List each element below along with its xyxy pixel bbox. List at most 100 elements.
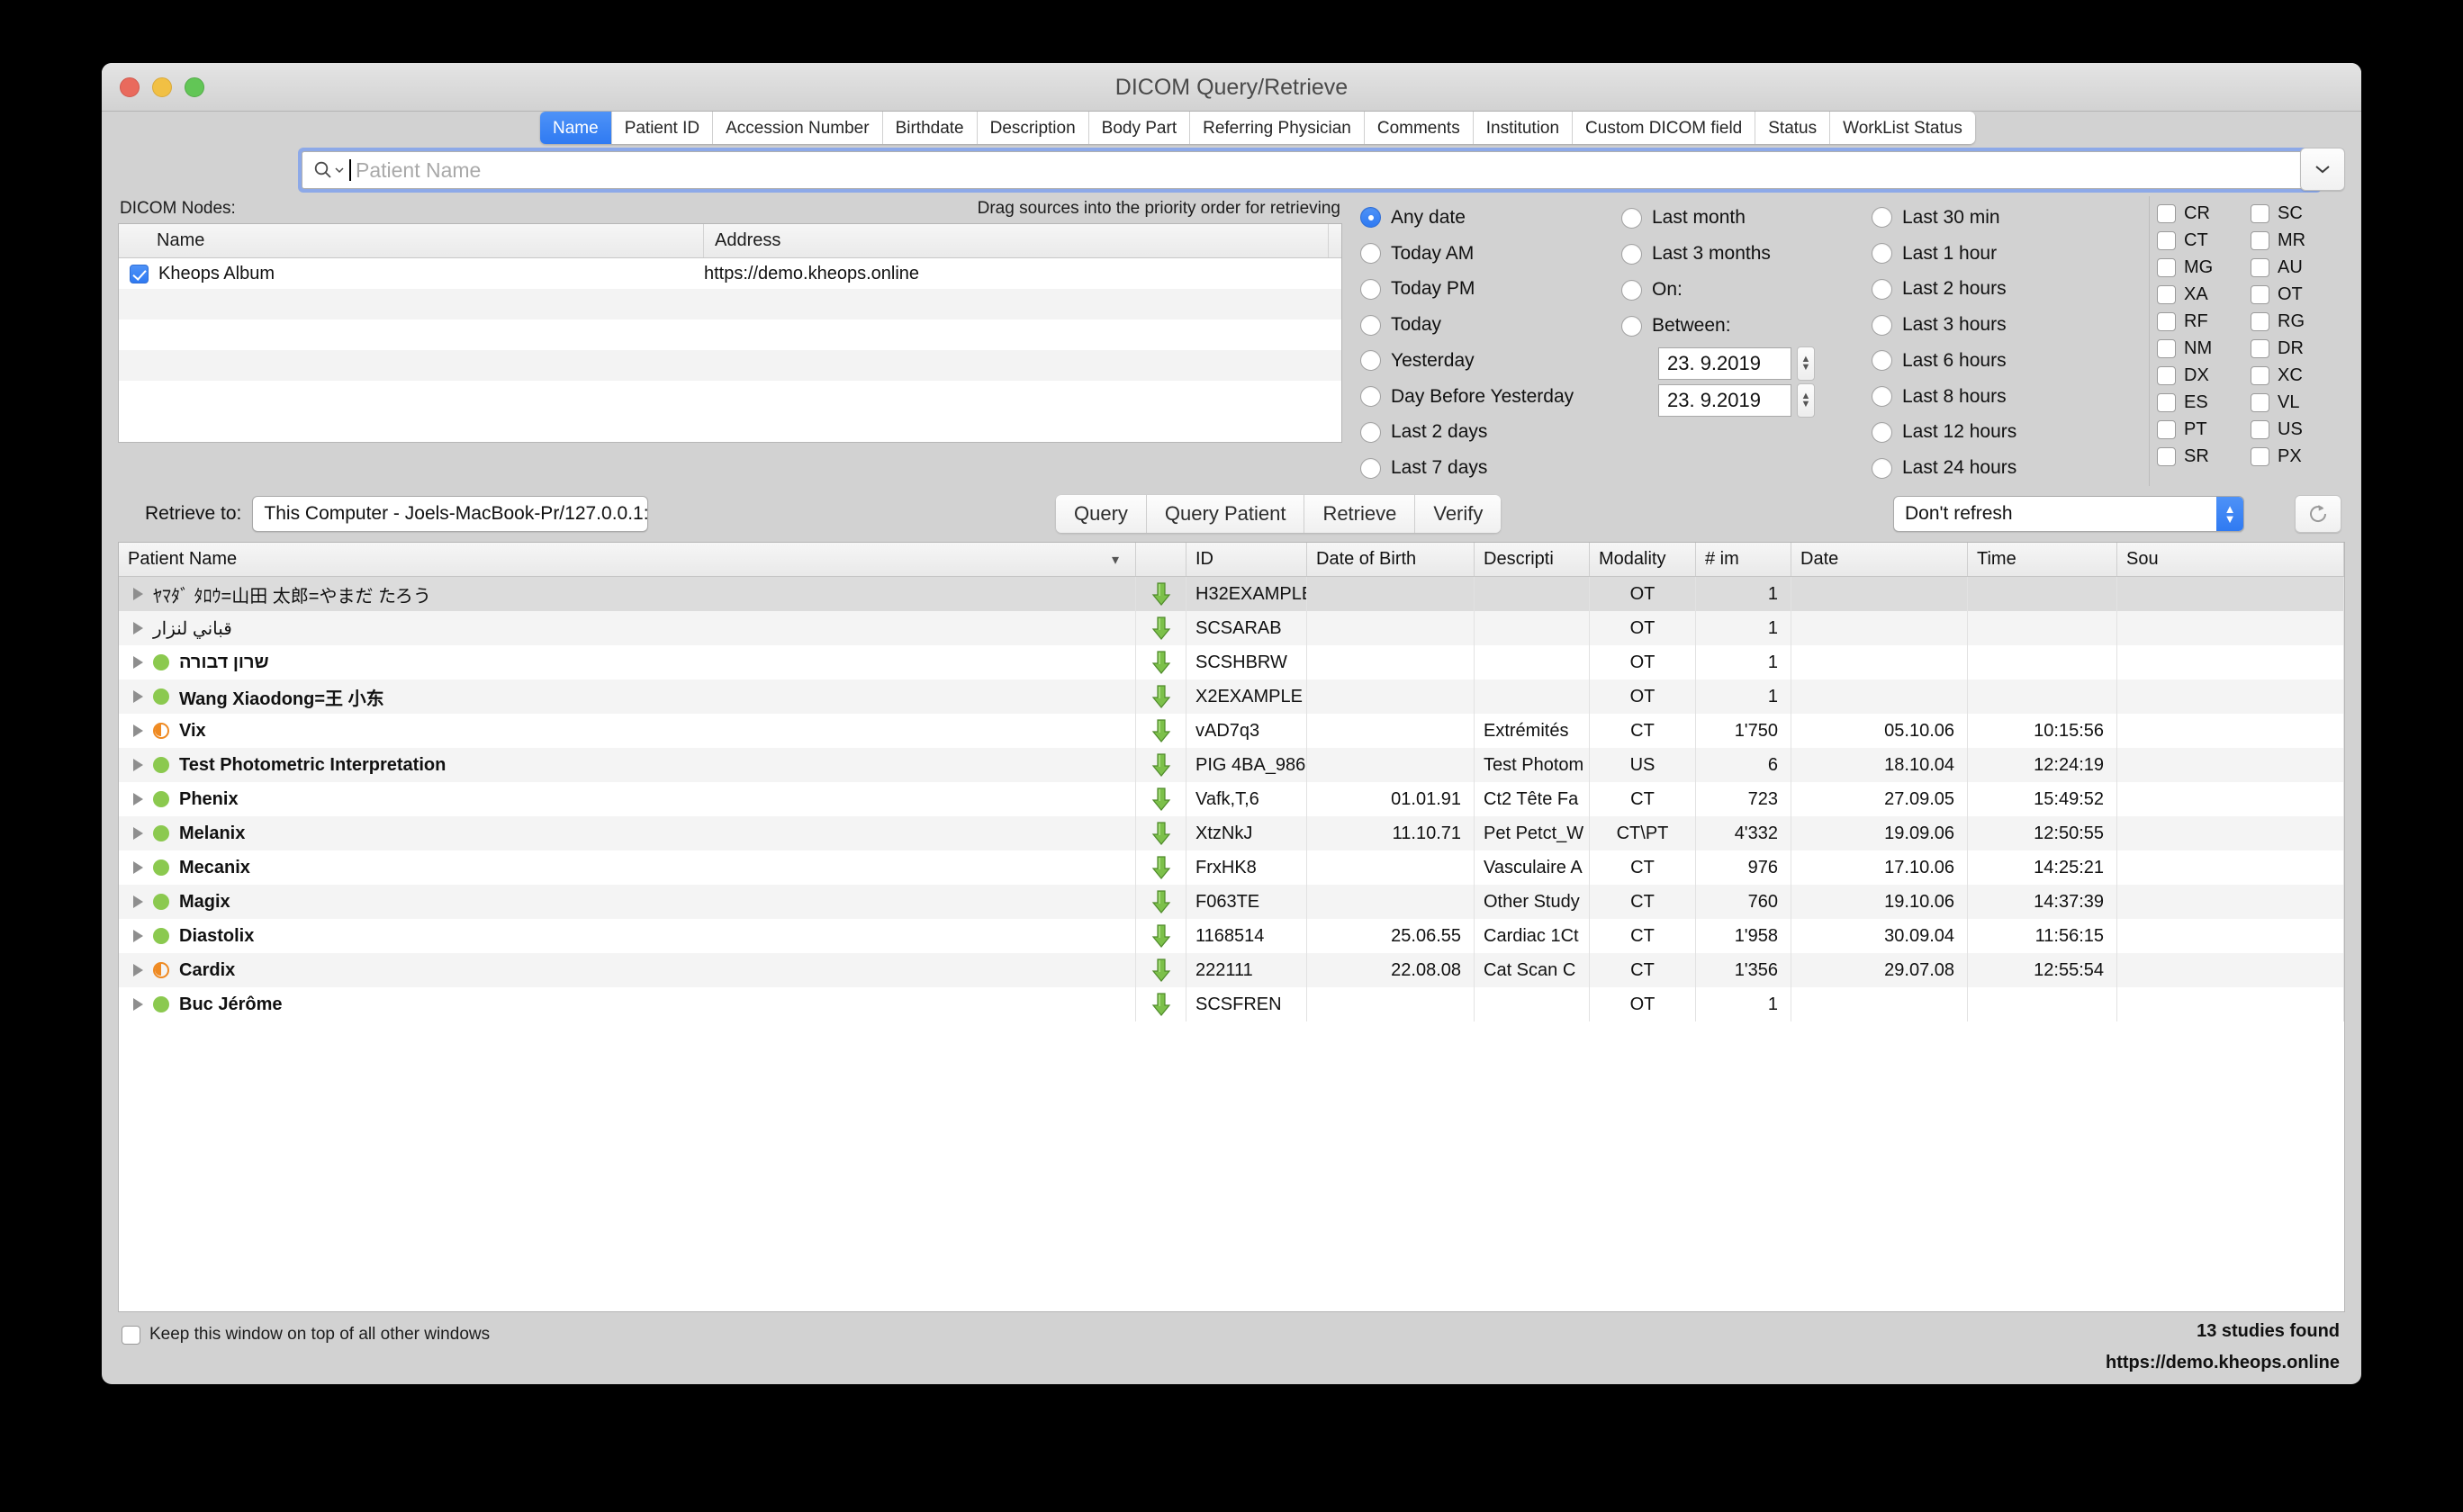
date-filter-last-12-hours[interactable]: Last 12 hours <box>1872 415 2133 451</box>
column-header-patient-name[interactable]: Patient Name ▾ <box>119 543 1136 576</box>
cell-download[interactable] <box>1136 577 1186 611</box>
column-header-description[interactable]: Descripti <box>1475 543 1590 576</box>
disclosure-triangle-icon[interactable] <box>133 793 143 806</box>
cell-download[interactable] <box>1136 816 1186 850</box>
tab-body-part[interactable]: Body Part <box>1088 112 1191 144</box>
date-filter-last-2-days[interactable]: Last 2 days <box>1360 415 1621 451</box>
retrieve-button[interactable]: Retrieve <box>1304 495 1416 533</box>
date-filter-last-month[interactable]: Last month <box>1621 200 1872 236</box>
table-row[interactable]: Diastolix 1168514 25.06.55 Cardiac 1Ct CT 1'9… <box>119 919 2344 953</box>
disclosure-triangle-icon[interactable] <box>133 896 143 908</box>
disclosure-triangle-icon[interactable] <box>133 588 143 600</box>
modality-checkbox-nm[interactable]: NM <box>2157 335 2251 362</box>
disclosure-triangle-icon[interactable] <box>133 622 143 634</box>
date-filter-last-24-hours[interactable]: Last 24 hours <box>1872 450 2133 486</box>
search-input[interactable]: Patient Name <box>302 151 2318 189</box>
disclosure-triangle-icon[interactable] <box>133 930 143 942</box>
disclosure-triangle-icon[interactable] <box>133 861 143 874</box>
modality-checkbox-vl[interactable]: VL <box>2251 389 2344 416</box>
disclosure-triangle-icon[interactable] <box>133 724 143 737</box>
cell-download[interactable] <box>1136 919 1186 953</box>
refresh-interval-select[interactable]: Don't refresh ▲ ▼ <box>1893 496 2244 532</box>
table-row[interactable]: ﾔﾏﾀﾞ ﾀﾛｳ=山田 太郎=やまだ たろう H32EXAMPLE OT 1 <box>119 577 2344 611</box>
verify-button[interactable]: Verify <box>1415 495 1502 533</box>
modality-checkbox-xc[interactable]: XC <box>2251 362 2344 389</box>
column-header-modality[interactable]: Modality <box>1590 543 1696 576</box>
between-to-stepper[interactable]: ▲ ▼ <box>1797 383 1815 418</box>
modality-checkbox-cr[interactable]: CR <box>2157 200 2251 227</box>
date-filter-last-2-hours[interactable]: Last 2 hours <box>1872 272 2133 308</box>
column-header-id[interactable]: ID <box>1186 543 1307 576</box>
date-filter-any-date[interactable]: Any date <box>1360 200 1621 236</box>
node-address-column-header[interactable]: Address <box>704 224 1329 257</box>
cell-download[interactable] <box>1136 987 1186 1022</box>
node-enabled-checkbox[interactable] <box>119 264 158 284</box>
query-button[interactable]: Query <box>1056 495 1147 533</box>
column-header-download[interactable] <box>1136 543 1186 576</box>
tab-worklist-status[interactable]: WorkList Status <box>1830 112 1975 144</box>
modality-checkbox-mg[interactable]: MG <box>2157 254 2251 281</box>
cell-download[interactable] <box>1136 714 1186 748</box>
date-filter-between[interactable]: Between: <box>1621 308 1872 344</box>
modality-checkbox-au[interactable]: AU <box>2251 254 2344 281</box>
modality-checkbox-ot[interactable]: OT <box>2251 281 2344 308</box>
table-row[interactable]: Test Photometric Interpretation PIG 4BA_9… <box>119 748 2344 782</box>
dicom-node-row[interactable] <box>119 289 1341 320</box>
date-filter-today-pm[interactable]: Today PM <box>1360 272 1621 308</box>
table-row[interactable]: שרון דבורה SCSHBRW OT 1 <box>119 645 2344 680</box>
tab-custom-dicom-field[interactable]: Custom DICOM field <box>1573 112 1756 144</box>
disclosure-triangle-icon[interactable] <box>133 656 143 669</box>
modality-checkbox-rg[interactable]: RG <box>2251 308 2344 335</box>
date-filter-yesterday[interactable]: Yesterday <box>1360 343 1621 379</box>
date-filter-last-6-hours[interactable]: Last 6 hours <box>1872 343 2133 379</box>
dicom-node-row[interactable]: Kheops Album https://demo.kheops.online <box>119 258 1341 289</box>
column-header-images[interactable]: # im <box>1696 543 1791 576</box>
dicom-node-row[interactable] <box>119 320 1341 350</box>
modality-checkbox-us[interactable]: US <box>2251 416 2344 443</box>
date-filter-last-8-hours[interactable]: Last 8 hours <box>1872 379 2133 415</box>
tab-status[interactable]: Status <box>1755 112 1831 144</box>
table-row[interactable]: Cardix 222111 22.08.08 Cat Scan C CT 1'356 29.… <box>119 953 2344 987</box>
between-from-stepper[interactable]: ▲ ▼ <box>1797 346 1815 381</box>
modality-checkbox-ct[interactable]: CT <box>2157 227 2251 254</box>
cell-download[interactable] <box>1136 748 1186 782</box>
cell-download[interactable] <box>1136 680 1186 714</box>
date-filter-today[interactable]: Today <box>1360 307 1621 343</box>
disclosure-triangle-icon[interactable] <box>133 759 143 771</box>
date-filter-last-3-hours[interactable]: Last 3 hours <box>1872 307 2133 343</box>
table-row[interactable]: Vix vAD7q3 Extrémités CT 1'750 05.10.06 10:15:… <box>119 714 2344 748</box>
retrieve-to-select[interactable]: This Computer - Joels-MacBook-Pr/127.0.0… <box>252 496 649 532</box>
dicom-node-row[interactable] <box>119 381 1341 411</box>
keep-on-top-checkbox[interactable]: Keep this window on top of all other win… <box>122 1325 490 1345</box>
cell-download[interactable] <box>1136 611 1186 645</box>
table-row[interactable]: Mecanix FrxHK8 Vasculaire A CT 976 17.10.06 14… <box>119 850 2344 885</box>
between-from-input[interactable]: 23. 9.2019 <box>1658 347 1791 380</box>
search-history-button[interactable] <box>2300 148 2345 191</box>
disclosure-triangle-icon[interactable] <box>133 827 143 840</box>
modality-checkbox-dx[interactable]: DX <box>2157 362 2251 389</box>
column-header-date[interactable]: Date <box>1791 543 1968 576</box>
date-filter-today-am[interactable]: Today AM <box>1360 236 1621 272</box>
disclosure-triangle-icon[interactable] <box>133 964 143 976</box>
date-filter-last-7-days[interactable]: Last 7 days <box>1360 450 1621 486</box>
modality-checkbox-rf[interactable]: RF <box>2157 308 2251 335</box>
table-row[interactable]: قباني لنزار SCSARAB OT 1 <box>119 611 2344 645</box>
table-row[interactable]: Buc Jérôme SCSFREN OT 1 <box>119 987 2344 1022</box>
column-header-dob[interactable]: Date of Birth <box>1307 543 1475 576</box>
date-filter-last-30-min[interactable]: Last 30 min <box>1872 200 2133 236</box>
modality-checkbox-es[interactable]: ES <box>2157 389 2251 416</box>
tab-description[interactable]: Description <box>977 112 1089 144</box>
tab-comments[interactable]: Comments <box>1364 112 1474 144</box>
refresh-button[interactable] <box>2295 495 2341 533</box>
cell-download[interactable] <box>1136 885 1186 919</box>
modality-checkbox-px[interactable]: PX <box>2251 443 2344 470</box>
tab-referring-physician[interactable]: Referring Physician <box>1190 112 1365 144</box>
tab-birthdate[interactable]: Birthdate <box>882 112 978 144</box>
tab-institution[interactable]: Institution <box>1473 112 1574 144</box>
modality-checkbox-dr[interactable]: DR <box>2251 335 2344 362</box>
date-filter-on[interactable]: On: <box>1621 272 1872 308</box>
search-icon[interactable] <box>313 160 344 180</box>
disclosure-triangle-icon[interactable] <box>133 690 143 703</box>
node-name-column-header[interactable]: Name <box>146 224 704 257</box>
tab-accession-number[interactable]: Accession Number <box>713 112 883 144</box>
